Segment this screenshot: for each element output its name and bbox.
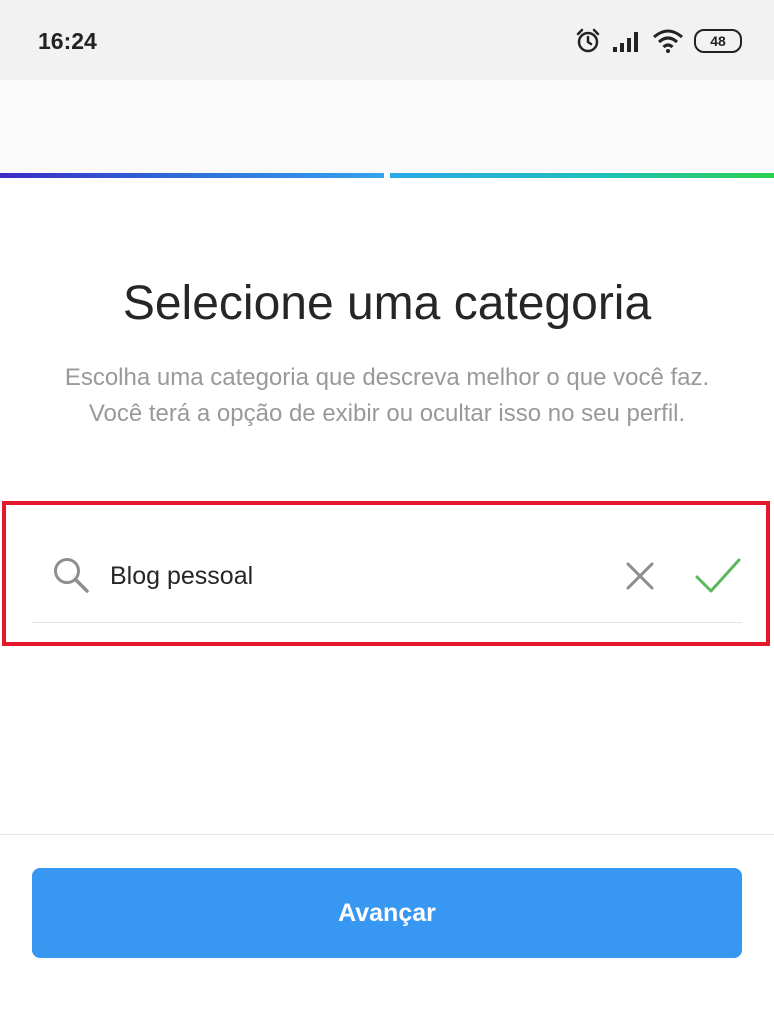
status-time: 16:24 xyxy=(38,28,97,54)
close-icon[interactable] xyxy=(624,560,656,592)
search-input[interactable]: Blog pessoal xyxy=(110,562,253,591)
search-icon xyxy=(54,558,89,593)
page-subtitle: Escolha uma categoria que descreva melho… xyxy=(64,364,710,427)
battery-icon: 48 xyxy=(694,29,742,53)
header-area xyxy=(0,80,774,173)
alarm-icon xyxy=(576,28,600,53)
wifi-icon xyxy=(653,29,683,53)
page-title: Selecione uma categoria xyxy=(122,277,652,330)
progress-step-2 xyxy=(390,173,774,178)
signal-icon xyxy=(613,32,638,52)
check-icon[interactable] xyxy=(694,556,742,596)
next-button[interactable]: Avançar xyxy=(32,868,742,958)
category-search-field[interactable]: Blog pessoal xyxy=(32,530,742,623)
status-icons: 48 xyxy=(574,26,742,56)
progress-step-1 xyxy=(0,173,384,178)
footer-divider xyxy=(0,834,774,835)
status-bar: 16:24 48 xyxy=(0,0,774,80)
